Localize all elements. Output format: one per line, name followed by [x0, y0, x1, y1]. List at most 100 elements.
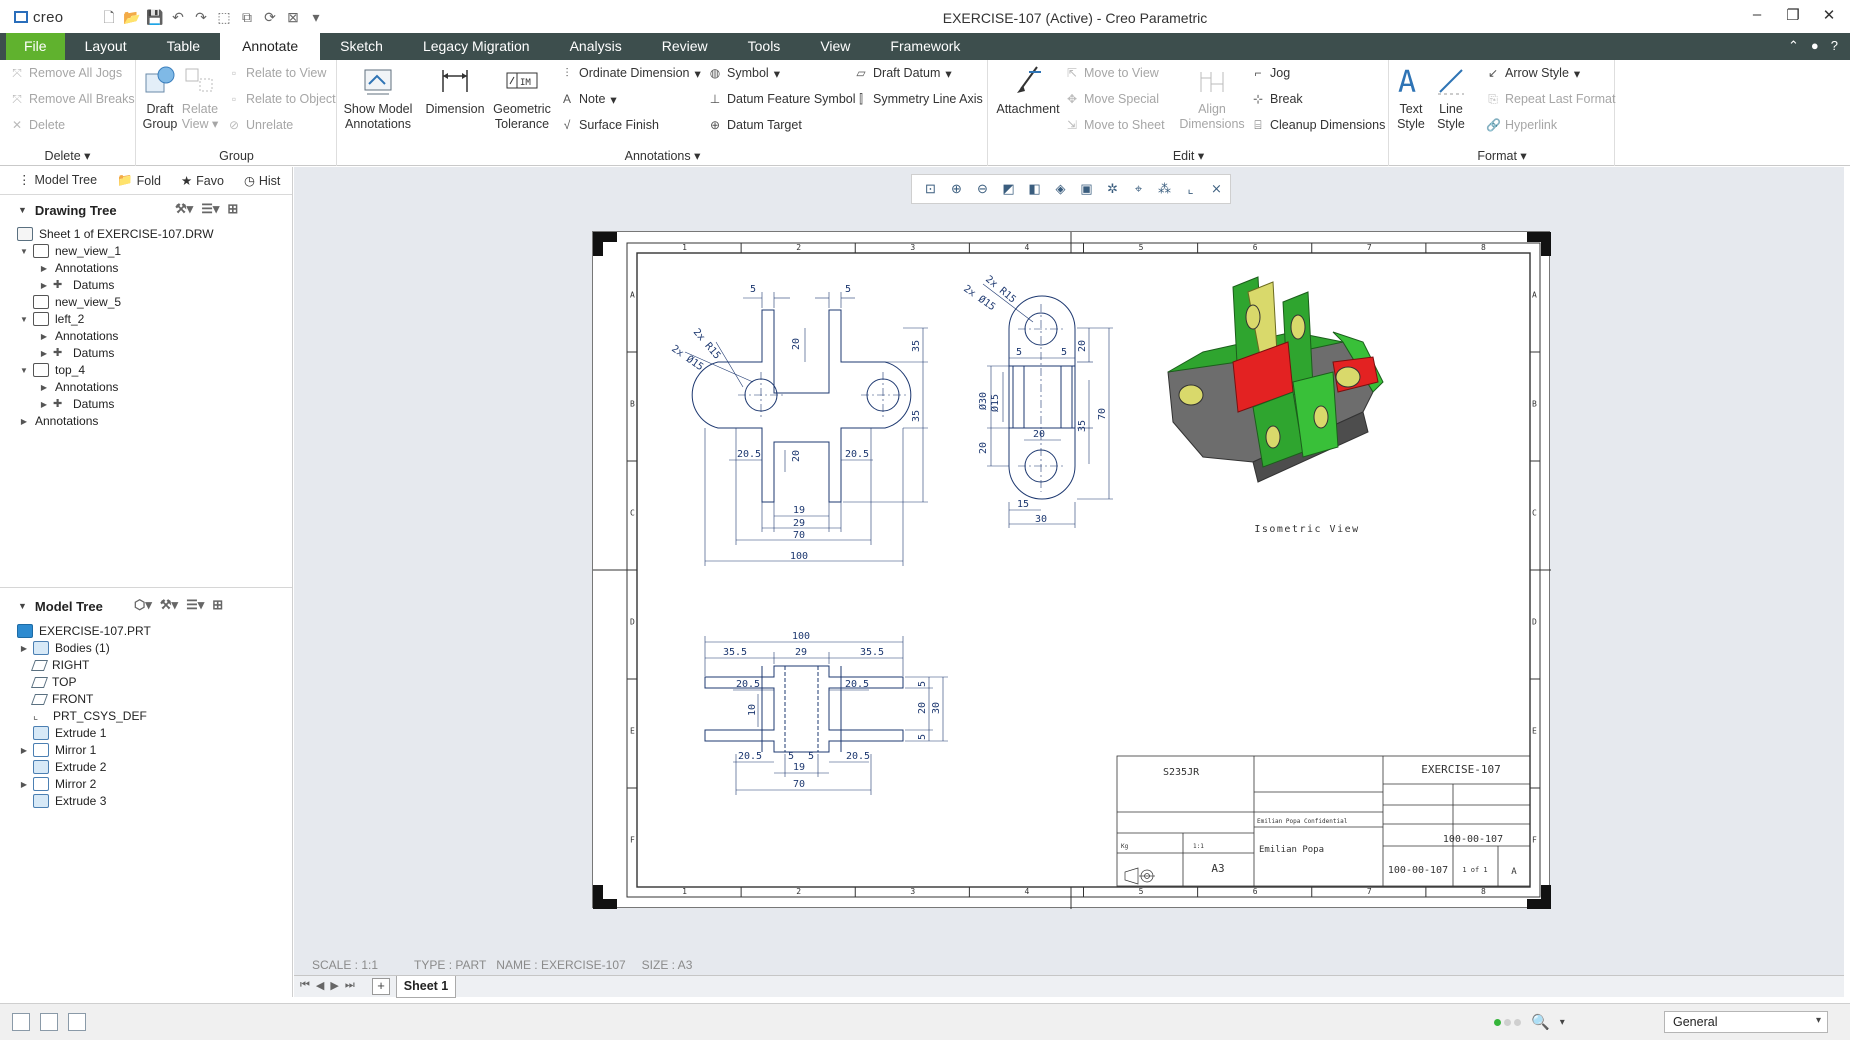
zoom-out-icon[interactable]: ⊖ [972, 179, 993, 199]
expand-icon[interactable]: ▶ [18, 780, 30, 789]
relate-to-object-button[interactable]: ▫ Relate to Object [227, 88, 336, 110]
maximize-button[interactable]: ❐ [1782, 6, 1804, 24]
surface-finish-button[interactable]: √ Surface Finish [560, 114, 659, 136]
geometric-tolerance-button[interactable]: IM Geometric Tolerance [489, 64, 555, 132]
open-file-icon[interactable]: 📂 [123, 8, 141, 26]
undo-icon[interactable]: ↶ [169, 8, 187, 26]
show-icon[interactable]: ☰▾ [186, 597, 204, 613]
move-special-button[interactable]: ✥ Move Special [1065, 88, 1159, 110]
break-button[interactable]: ⊹ Break [1251, 88, 1303, 110]
minimize-button[interactable]: – [1746, 6, 1768, 24]
dimension-button[interactable]: Dimension [425, 64, 485, 117]
datum-feature-symbol-button[interactable]: ⊥ Datum Feature Symbol [708, 88, 856, 110]
edit-group-label[interactable]: Edit ▾ [989, 148, 1388, 163]
windows-icon[interactable]: ⧉ [238, 8, 256, 26]
select-box-icon[interactable]: ⬚ [215, 8, 233, 26]
attachment-button[interactable]: Attachment [993, 64, 1063, 117]
part-icon[interactable]: ⬡▾ [134, 597, 152, 613]
expand-icon[interactable]: ▶ [18, 644, 30, 653]
expand-icon[interactable]: ▶ [38, 400, 50, 409]
tab-annotate[interactable]: Annotate [220, 33, 321, 60]
collapse-ribbon-icon[interactable]: ⌃ [1788, 38, 1799, 60]
add-sheet-button[interactable]: + [372, 978, 390, 995]
first-sheet-icon[interactable]: ⏮ [300, 979, 310, 992]
csys-display-icon[interactable]: ⌞ [1180, 179, 1201, 199]
annotation-display-icon[interactable]: ⌖ [1128, 179, 1149, 199]
collapse-icon[interactable]: ▼ [18, 315, 30, 324]
save-icon[interactable]: 💾 [146, 8, 164, 26]
expand-icon[interactable]: ▶ [38, 264, 50, 273]
layers-icon[interactable]: ◈ [1050, 179, 1071, 199]
tab-history[interactable]: ◷ Hist [236, 169, 288, 192]
notification-icon[interactable]: ● [1811, 38, 1819, 60]
draft-group-button[interactable]: Draft Group [142, 64, 178, 132]
help-icon[interactable]: ? [1831, 38, 1838, 60]
browser-toggle-icon[interactable] [40, 1013, 58, 1031]
tab-view[interactable]: View [800, 33, 870, 60]
tree-item-annotations-root[interactable]: ▶ Annotations [18, 411, 98, 431]
text-style-button[interactable]: A Text Style [1392, 64, 1430, 132]
expand-icon[interactable]: ▶ [18, 417, 30, 426]
arrow-style-button[interactable]: ↙ Arrow Style ▾ [1486, 62, 1580, 84]
saved-views-icon[interactable]: ▣ [1076, 179, 1097, 199]
regenerate-icon[interactable]: ⟳ [261, 8, 279, 26]
delete-group-label[interactable]: Delete ▾ [0, 148, 135, 163]
find-icon[interactable]: 🔍 [1531, 1013, 1550, 1031]
hyperlink-button[interactable]: 🔗 Hyperlink [1486, 114, 1557, 136]
filter-icon[interactable]: ⊞ [212, 597, 223, 613]
tab-framework[interactable]: Framework [870, 33, 980, 60]
format-group-label[interactable]: Format ▾ [1390, 148, 1614, 163]
find-dropdown-icon[interactable]: ▾ [1560, 1017, 1565, 1028]
refit-icon[interactable]: ⊡ [920, 179, 941, 199]
tab-file[interactable]: File [6, 33, 65, 60]
customize-qat-icon[interactable]: ▾ [307, 8, 325, 26]
remove-all-jogs-button[interactable]: ⤧ Remove All Jogs [10, 62, 122, 84]
zoom-in-icon[interactable]: ⊕ [946, 179, 967, 199]
selection-filter-select[interactable]: General ▾ [1664, 1011, 1828, 1033]
expand-icon[interactable]: ▶ [38, 383, 50, 392]
show-model-annotations-button[interactable]: Show Model Annotations [341, 64, 415, 132]
align-dimensions-button[interactable]: Align Dimensions [1179, 64, 1245, 132]
tab-tools[interactable]: Tools [728, 33, 801, 60]
line-style-button[interactable]: Line Style [1432, 64, 1470, 132]
filter-icon[interactable]: ⊞ [227, 201, 238, 217]
drawing-sheet[interactable]: 1122334455667788AABBCCDDEEFF 5 5 20 35 3… [592, 231, 1551, 909]
collapse-icon[interactable]: ▼ [18, 366, 30, 375]
tab-analysis[interactable]: Analysis [550, 33, 642, 60]
tab-table[interactable]: Table [147, 33, 220, 60]
expand-icon[interactable]: ▶ [38, 281, 50, 290]
tab-folder-browser[interactable]: 📁 Fold [109, 169, 169, 192]
drawing-tree-header[interactable]: ▼ Drawing Tree ⚒▾ ☰▾ ⊞ [0, 197, 292, 223]
tab-favorites[interactable]: ★ Favo [173, 169, 232, 192]
model-tree-header[interactable]: ▼ Model Tree ⬡▾ ⚒▾ ☰▾ ⊞ [0, 593, 292, 619]
symmetry-line-axis-button[interactable]: ⫿ Symmetry Line Axis [854, 88, 983, 110]
remove-all-breaks-button[interactable]: ⤧ Remove All Breaks [10, 88, 134, 110]
expand-icon[interactable]: ▶ [18, 746, 30, 755]
settings-icon[interactable]: ⚒▾ [175, 201, 193, 217]
tab-model-tree[interactable]: ⋮ Model Tree [10, 168, 106, 193]
new-file-icon[interactable]: 🗋 [100, 8, 118, 26]
repeat-last-format-button[interactable]: ⎘ Repeat Last Format [1486, 88, 1615, 110]
tab-review[interactable]: Review [642, 33, 728, 60]
delete-button[interactable]: ✕ Delete [10, 114, 65, 136]
full-screen-icon[interactable] [68, 1013, 86, 1031]
cleanup-dimensions-button[interactable]: ⌸ Cleanup Dimensions [1251, 114, 1385, 136]
move-to-view-button[interactable]: ⇱ Move to View [1065, 62, 1159, 84]
datum-target-button[interactable]: ⊕ Datum Target [708, 114, 802, 136]
note-button[interactable]: A Note ▾ [560, 88, 617, 110]
jog-button[interactable]: ⌐ Jog [1251, 62, 1290, 84]
last-sheet-icon[interactable]: ⏭ [345, 979, 355, 992]
symbol-button[interactable]: ◍ Symbol ▾ [708, 62, 780, 84]
panel-splitter[interactable] [0, 587, 292, 588]
axis-display-icon[interactable]: ⨯ [1206, 179, 1227, 199]
relate-to-view-button[interactable]: ▫ Relate to View [227, 62, 327, 84]
collapse-icon[interactable]: ▼ [18, 247, 30, 256]
point-display-icon[interactable]: ⁂ [1154, 179, 1175, 199]
tree-item-extrude-3[interactable]: Extrude 3 [30, 791, 106, 811]
repaint-icon[interactable]: ◩ [998, 179, 1019, 199]
navigator-toggle-icon[interactable] [12, 1013, 30, 1031]
close-window-icon[interactable]: ⊠ [284, 8, 302, 26]
tab-sketch[interactable]: Sketch [320, 33, 403, 60]
expand-icon[interactable]: ▶ [38, 349, 50, 358]
redo-icon[interactable]: ↷ [192, 8, 210, 26]
